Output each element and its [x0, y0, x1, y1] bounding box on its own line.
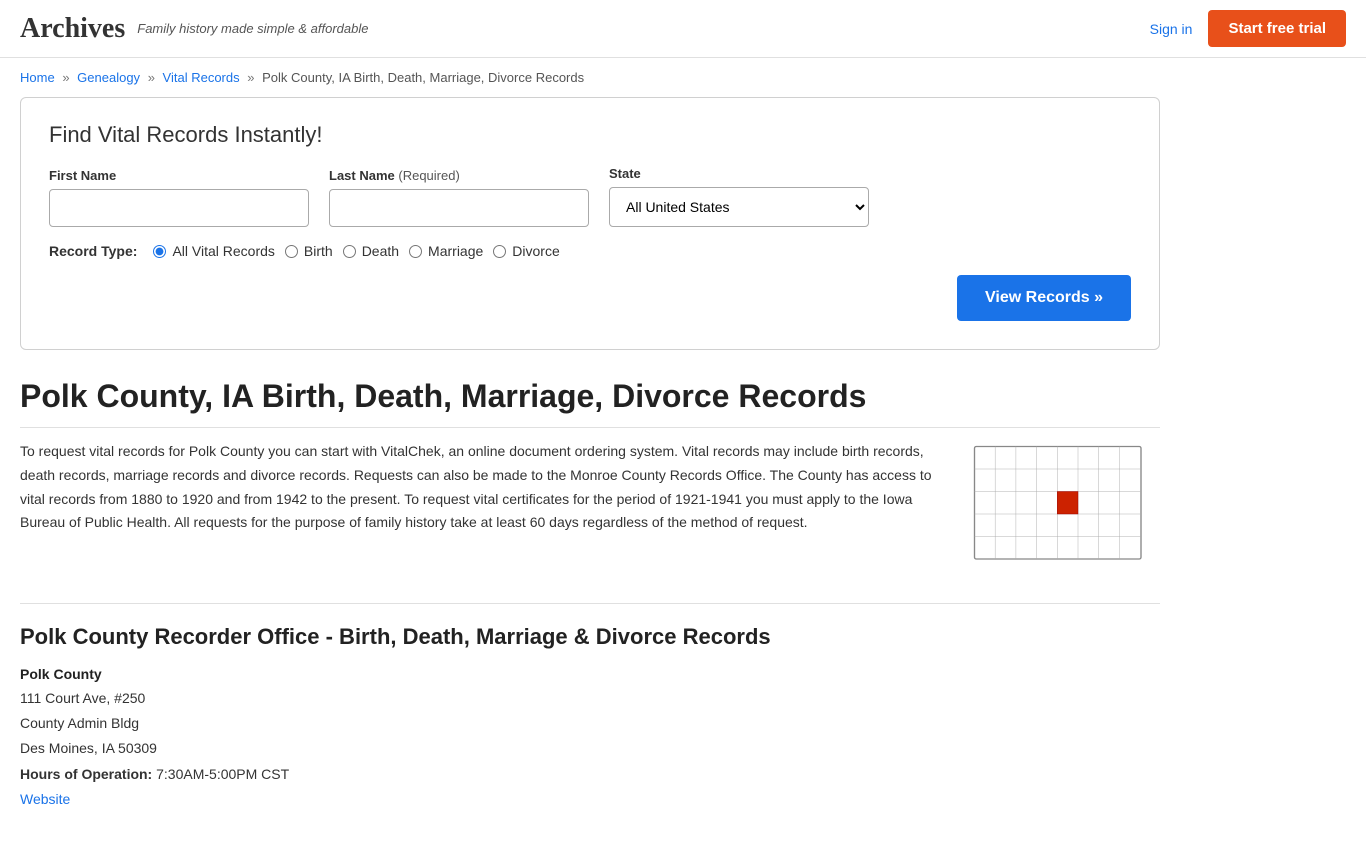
- start-trial-button[interactable]: Start free trial: [1208, 10, 1346, 47]
- radio-death-label: Death: [362, 243, 399, 259]
- radio-marriage-input[interactable]: [409, 245, 422, 258]
- first-name-label: First Name: [49, 168, 309, 183]
- search-actions: View Records »: [49, 275, 1131, 321]
- breadcrumb-vital-records[interactable]: Vital Records: [163, 70, 240, 85]
- address-line3: Des Moines, IA 50309: [20, 736, 1160, 761]
- radio-birth[interactable]: Birth: [285, 243, 333, 259]
- breadcrumb-sep-3: »: [247, 70, 254, 85]
- sign-in-link[interactable]: Sign in: [1150, 21, 1193, 37]
- recorder-section: Polk County Recorder Office - Birth, Dea…: [20, 603, 1160, 812]
- breadcrumb-sep-1: »: [62, 70, 69, 85]
- radio-death-input[interactable]: [343, 245, 356, 258]
- radio-divorce-label: Divorce: [512, 243, 559, 259]
- breadcrumb-current: Polk County, IA Birth, Death, Marriage, …: [262, 70, 584, 85]
- map-container: [970, 440, 1160, 573]
- breadcrumb-genealogy[interactable]: Genealogy: [77, 70, 140, 85]
- radio-all-vital-records[interactable]: All Vital Records: [153, 243, 274, 259]
- radio-birth-label: Birth: [304, 243, 333, 259]
- first-name-input[interactable]: [49, 189, 309, 227]
- main-content: Find Vital Records Instantly! First Name…: [0, 97, 1180, 852]
- record-type-label: Record Type:: [49, 243, 137, 259]
- office-details: 111 Court Ave, #250 County Admin Bldg De…: [20, 686, 1160, 812]
- header: Archives Family history made simple & af…: [0, 0, 1366, 58]
- radio-death[interactable]: Death: [343, 243, 399, 259]
- record-type-row: Record Type: All Vital Records Birth Dea…: [49, 243, 1131, 259]
- radio-marriage-label: Marriage: [428, 243, 483, 259]
- last-name-group: Last Name (Required): [329, 168, 589, 227]
- radio-all-label: All Vital Records: [172, 243, 274, 259]
- office-name: Polk County: [20, 666, 1160, 682]
- radio-all-input[interactable]: [153, 245, 166, 258]
- search-box: Find Vital Records Instantly! First Name…: [20, 97, 1160, 350]
- breadcrumb: Home » Genealogy » Vital Records » Polk …: [0, 58, 1366, 97]
- radio-divorce-input[interactable]: [493, 245, 506, 258]
- address-line2: County Admin Bldg: [20, 711, 1160, 736]
- header-left: Archives Family history made simple & af…: [20, 13, 368, 45]
- content-section: To request vital records for Polk County…: [20, 440, 1160, 573]
- hours-row: Hours of Operation: 7:30AM-5:00PM CST: [20, 762, 1160, 787]
- radio-marriage[interactable]: Marriage: [409, 243, 483, 259]
- search-fields-row: First Name Last Name (Required) State Al…: [49, 166, 1131, 227]
- content-description: To request vital records for Polk County…: [20, 440, 940, 573]
- page-title: Polk County, IA Birth, Death, Marriage, …: [20, 378, 1160, 428]
- logo-tagline: Family history made simple & affordable: [137, 21, 368, 36]
- required-indicator: (Required): [398, 168, 459, 183]
- search-title: Find Vital Records Instantly!: [49, 122, 1131, 148]
- iowa-map: [970, 440, 1150, 570]
- last-name-input[interactable]: [329, 189, 589, 227]
- address-line1: 111 Court Ave, #250: [20, 686, 1160, 711]
- website-link[interactable]: Website: [20, 791, 70, 807]
- view-records-button[interactable]: View Records »: [957, 275, 1131, 321]
- first-name-group: First Name: [49, 168, 309, 227]
- breadcrumb-sep-2: »: [148, 70, 155, 85]
- state-select[interactable]: All United States Alabama Alaska Arizona…: [609, 187, 869, 227]
- radio-divorce[interactable]: Divorce: [493, 243, 559, 259]
- state-group: State All United States Alabama Alaska A…: [609, 166, 869, 227]
- state-label: State: [609, 166, 869, 181]
- breadcrumb-home[interactable]: Home: [20, 70, 55, 85]
- header-right: Sign in Start free trial: [1150, 10, 1346, 47]
- recorder-section-title: Polk County Recorder Office - Birth, Dea…: [20, 603, 1160, 650]
- last-name-label: Last Name (Required): [329, 168, 589, 183]
- logo: Archives: [20, 13, 125, 45]
- radio-birth-input[interactable]: [285, 245, 298, 258]
